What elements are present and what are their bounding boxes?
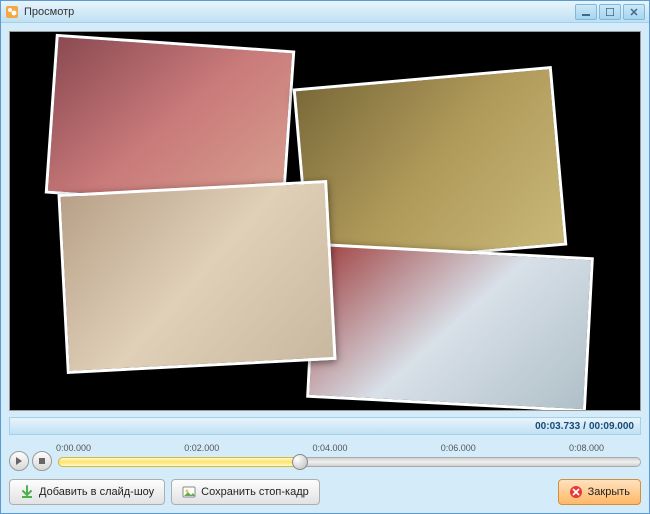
timeline[interactable]: 0:00.000 0:02.000 0:04.000 0:06.000 0:08… [58, 443, 641, 471]
timeline-row: 0:00.000 0:02.000 0:04.000 0:06.000 0:08… [9, 441, 641, 473]
timeline-progress [58, 457, 300, 467]
button-label: Сохранить стоп-кадр [201, 486, 309, 498]
tick-labels: 0:00.000 0:02.000 0:04.000 0:06.000 0:08… [58, 443, 641, 453]
tick-label: 0:08.000 [569, 443, 604, 453]
close-circle-icon [569, 485, 583, 499]
play-button[interactable] [9, 451, 29, 471]
minimize-button[interactable] [575, 4, 597, 20]
tick-label: 0:04.000 [313, 443, 348, 453]
total-time: 00:09.000 [589, 421, 634, 432]
image-icon [182, 485, 196, 499]
current-time: 00:03.733 [535, 421, 580, 432]
playhead[interactable] [292, 454, 308, 470]
tick-label: 0:06.000 [441, 443, 476, 453]
collage-photo [57, 180, 336, 374]
maximize-button[interactable] [599, 4, 621, 20]
content-area: 00:03.733 / 00:09.000 0:00.000 0:02.000 … [1, 23, 649, 513]
playback-controls [9, 451, 52, 471]
collage-photo [306, 243, 594, 411]
video-preview[interactable] [9, 31, 641, 411]
tick-label: 0:00.000 [56, 443, 91, 453]
time-separator: / [583, 421, 586, 432]
time-display: 00:03.733 / 00:09.000 [9, 417, 641, 435]
app-icon [5, 5, 19, 19]
tick-label: 0:02.000 [184, 443, 219, 453]
add-to-slideshow-button[interactable]: Добавить в слайд-шоу [9, 479, 165, 505]
preview-window: Просмотр 00:03.733 / 00:09.000 [0, 0, 650, 514]
titlebar: Просмотр [1, 1, 649, 23]
window-controls [575, 4, 645, 20]
bottom-toolbar: Добавить в слайд-шоу Сохранить стоп-кадр… [9, 479, 641, 505]
window-title: Просмотр [24, 6, 575, 18]
download-arrow-icon [20, 485, 34, 499]
button-label: Добавить в слайд-шоу [39, 486, 154, 498]
save-frame-button[interactable]: Сохранить стоп-кадр [171, 479, 320, 505]
button-label: Закрыть [588, 486, 630, 498]
close-window-button[interactable] [623, 4, 645, 20]
collage-photo [293, 66, 568, 268]
stop-button[interactable] [32, 451, 52, 471]
close-button[interactable]: Закрыть [558, 479, 641, 505]
